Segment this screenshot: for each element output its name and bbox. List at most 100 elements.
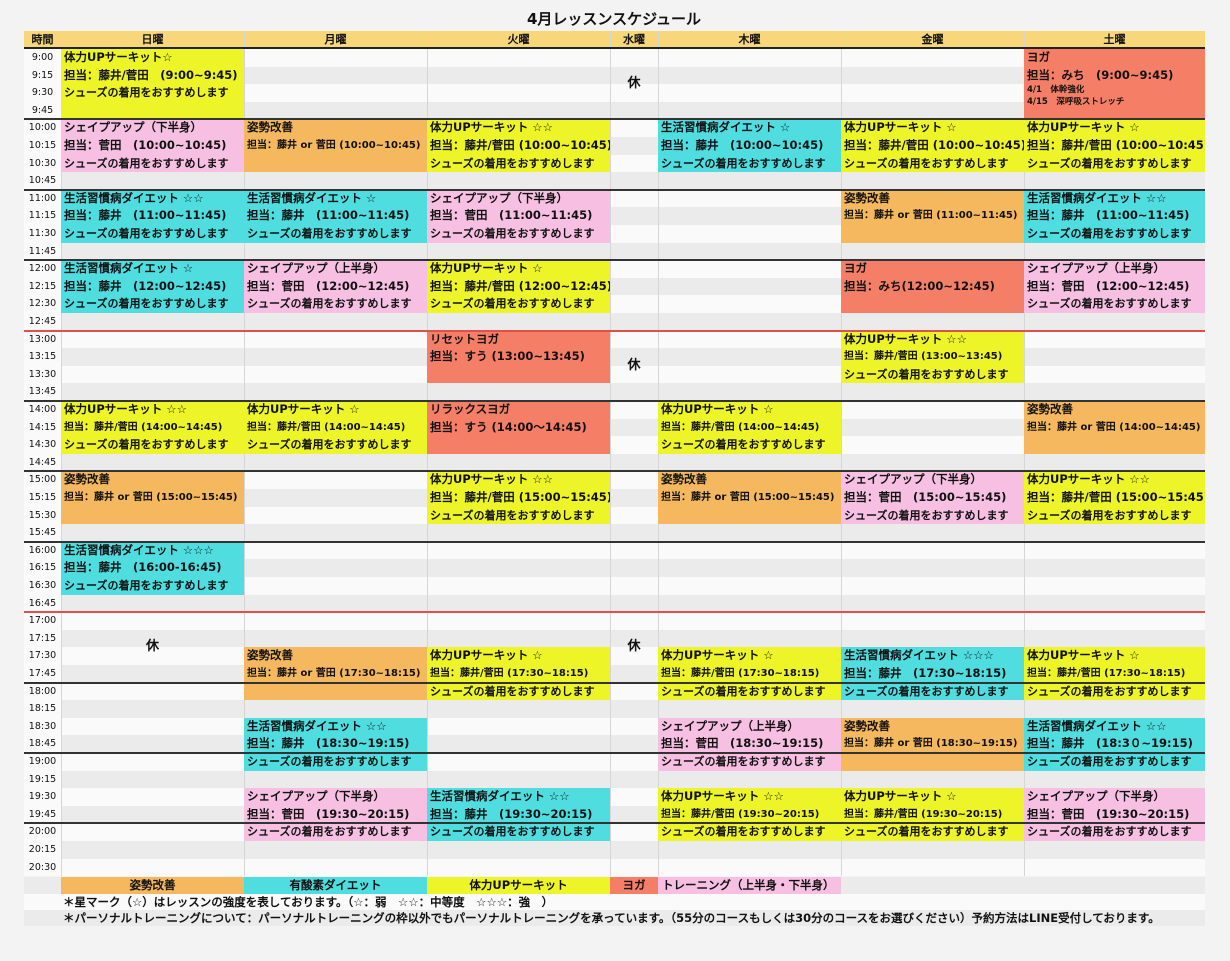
lesson-trainer: 担当：藤井/菅田 (10:00~10:45) — [844, 138, 1024, 152]
grid-row — [24, 770, 1205, 789]
lesson-name: 体力UPサーキット ☆ — [430, 261, 543, 276]
lesson-trainer: 担当：藤井 or 菅田 (17:30~18:15) — [247, 668, 421, 679]
lesson-trainer: 担当：藤井/菅田 (15:00~15:45) — [1027, 490, 1205, 504]
lesson-name: 体力UPサーキット ☆ — [247, 402, 360, 416]
lesson-trainer: 担当：藤井 (10:00~10:45) — [661, 138, 824, 152]
time-label: 17:30 — [24, 647, 61, 665]
lesson-note: シューズの着用をおすすめします — [661, 755, 826, 768]
lesson-trainer: 担当：藤井 (18:3０~19:15) — [1027, 736, 1193, 751]
day-header: 時間 — [24, 31, 61, 48]
lesson-name: 生活習慣病ダイエット ☆☆ — [430, 789, 570, 804]
lesson-note: シューズの着用をおすすめします — [64, 438, 229, 452]
hour-divider — [24, 470, 1205, 473]
lesson-trainer: 担当：藤井/菅田 (12:00~12:45) — [430, 278, 610, 293]
lesson-trainer: 担当：藤井 or 菅田 (10:00~10:45) — [247, 140, 421, 151]
lesson-note: シューズの着用をおすすめします — [64, 227, 229, 240]
lesson-note: シューズの着用をおすすめします — [247, 755, 412, 768]
time-label: 18:00 — [24, 682, 61, 701]
day-header: 月曜 — [244, 31, 427, 48]
day-header: 木曜 — [658, 31, 841, 48]
lesson-note: シューズの着用をおすすめします — [1027, 755, 1192, 768]
lesson-trainer: 担当：藤井 or 菅田 (14:00~14:45) — [1027, 421, 1201, 433]
lesson-name: シェイプアップ（下半身） — [247, 789, 385, 804]
lesson-note: シューズの着用をおすすめします — [64, 579, 229, 592]
lesson-note: シューズの着用をおすすめします — [661, 438, 826, 452]
lesson-note: シューズの着用をおすすめします — [844, 508, 1009, 522]
day-header: 火曜 — [427, 31, 610, 48]
lesson-trainer: 担当：菅田 (12:00~12:45) — [247, 278, 410, 293]
time-label: 12:30 — [24, 295, 61, 313]
lesson-name: 体力UPサーキット ☆☆ — [430, 472, 553, 487]
time-label: 10:00 — [24, 119, 61, 137]
lesson-note: シューズの着用をおすすめします — [64, 86, 229, 100]
time-label: 18:45 — [24, 735, 61, 753]
rest-mark: 休 — [627, 357, 641, 373]
lesson-note: シューズの着用をおすすめします — [247, 825, 412, 839]
lesson-name: シェイプアップ（下半身） — [1027, 789, 1165, 804]
lesson-name: シェイプアップ（上半身） — [1027, 261, 1165, 276]
hour-divider — [24, 540, 1205, 543]
lesson-name: 体力UPサーキット ☆ — [430, 648, 543, 663]
day-header: 金曜 — [841, 31, 1024, 48]
lesson-note: シューズの着用をおすすめします — [64, 156, 229, 170]
lesson-note: シューズの着用をおすすめします — [1027, 508, 1192, 522]
lesson-name: 体力UPサーキット ☆ — [844, 789, 957, 804]
time-label: 15:00 — [24, 471, 61, 489]
hour-divider — [24, 259, 1205, 262]
lesson-name: 体力UPサーキット ☆ — [661, 648, 774, 663]
lesson-trainer: 担当：菅田 (12:00~12:45) — [1027, 278, 1190, 293]
time-label: 9:45 — [24, 101, 61, 120]
time-label: 16:30 — [24, 577, 61, 595]
lesson-name: 生活習慣病ダイエット ☆☆ — [247, 718, 387, 733]
time-label: 10:15 — [24, 137, 61, 155]
lesson-name: シェイプアップ（上半身） — [661, 718, 799, 733]
lesson-block[interactable] — [244, 682, 427, 701]
hour-divider — [24, 611, 1205, 614]
day-header: 水曜 — [610, 31, 658, 48]
time-label: 20:30 — [24, 858, 61, 877]
legend-aerobic: 有酸素ダイエット — [244, 877, 427, 895]
time-label: 11:15 — [24, 207, 61, 225]
header-divider — [24, 47, 1205, 49]
lesson-note: シューズの着用をおすすめします — [844, 156, 1009, 170]
time-label: 16:00 — [24, 541, 61, 560]
schedule-sheet: 4月レッスンスケジュール 時間 日曜 月曜 火曜 水曜 木曜 金曜 土曜 9:00 9:15 9:3… — [0, 0, 1230, 961]
lesson-name: 生活習慣病ダイエット ☆☆☆ — [64, 542, 214, 557]
lesson-trainer: 担当：藤井 (19:30~20:15) — [430, 806, 593, 821]
grid-row — [24, 700, 1205, 718]
lesson-trainer: 担当：藤井 (18:30~19:15) — [247, 736, 410, 751]
time-label: 9:30 — [24, 84, 61, 102]
lesson-note: シューズの着用をおすすめします — [247, 297, 412, 311]
lesson-trainer: 担当：藤井 (16:00-16:45) — [64, 560, 222, 575]
time-label: 15:45 — [24, 524, 61, 542]
lesson-name: 体力UPサーキット ☆☆ — [844, 331, 967, 346]
lesson-note: シューズの着用をおすすめします — [844, 825, 1009, 839]
lesson-trainer: 担当：藤井 (17:30~18:15) — [844, 666, 1007, 680]
time-label: 14:30 — [24, 436, 61, 454]
time-label: 12:15 — [24, 277, 61, 296]
lesson-note: シューズの着用をおすすめします — [1027, 684, 1192, 698]
lesson-trainer: 担当：藤井/菅田 (9:00~9:45) — [64, 67, 238, 82]
hour-divider — [24, 822, 1205, 825]
time-label: 19:15 — [24, 770, 61, 789]
lesson-trainer: 担当：すう (14:00～14:45) — [430, 419, 587, 434]
lesson-note: シューズの着用をおすすめします — [247, 227, 412, 240]
lesson-block[interactable] — [841, 753, 1024, 771]
lesson-trainer: 担当：藤井/菅田 (17:30~18:15) — [430, 668, 589, 679]
time-label: 16:15 — [24, 559, 61, 577]
lesson-trainer: 担当：藤井 (12:00~12:45) — [64, 278, 227, 293]
lesson-trainer: 担当：藤井 (11:00~11:45) — [1027, 208, 1190, 223]
time-label: 19:00 — [24, 753, 61, 771]
lesson-note: シューズの着用をおすすめします — [430, 508, 595, 522]
lesson-trainer: 担当：菅田 (10:00~10:45) — [64, 138, 227, 152]
lesson-note: シューズの着用をおすすめします — [1027, 156, 1192, 170]
lesson-trainer: 担当：藤井 (11:00~11:45) — [64, 208, 227, 223]
lesson-note: シューズの着用をおすすめします — [661, 684, 826, 698]
lesson-trainer: 担当：藤井/菅田 (14:00~14:45) — [247, 421, 406, 433]
lesson-trainer: 担当：藤井/菅田 (14:00~14:45) — [64, 421, 223, 433]
lesson-note: シューズの着用をおすすめします — [430, 297, 595, 311]
lesson-name: 体力UPサーキット ☆☆ — [430, 120, 553, 135]
lesson-theme: 4/15 深呼吸ストレッチ — [1027, 97, 1125, 108]
time-label: 14:45 — [24, 453, 61, 472]
lesson-name: 姿勢改善 — [247, 120, 293, 135]
